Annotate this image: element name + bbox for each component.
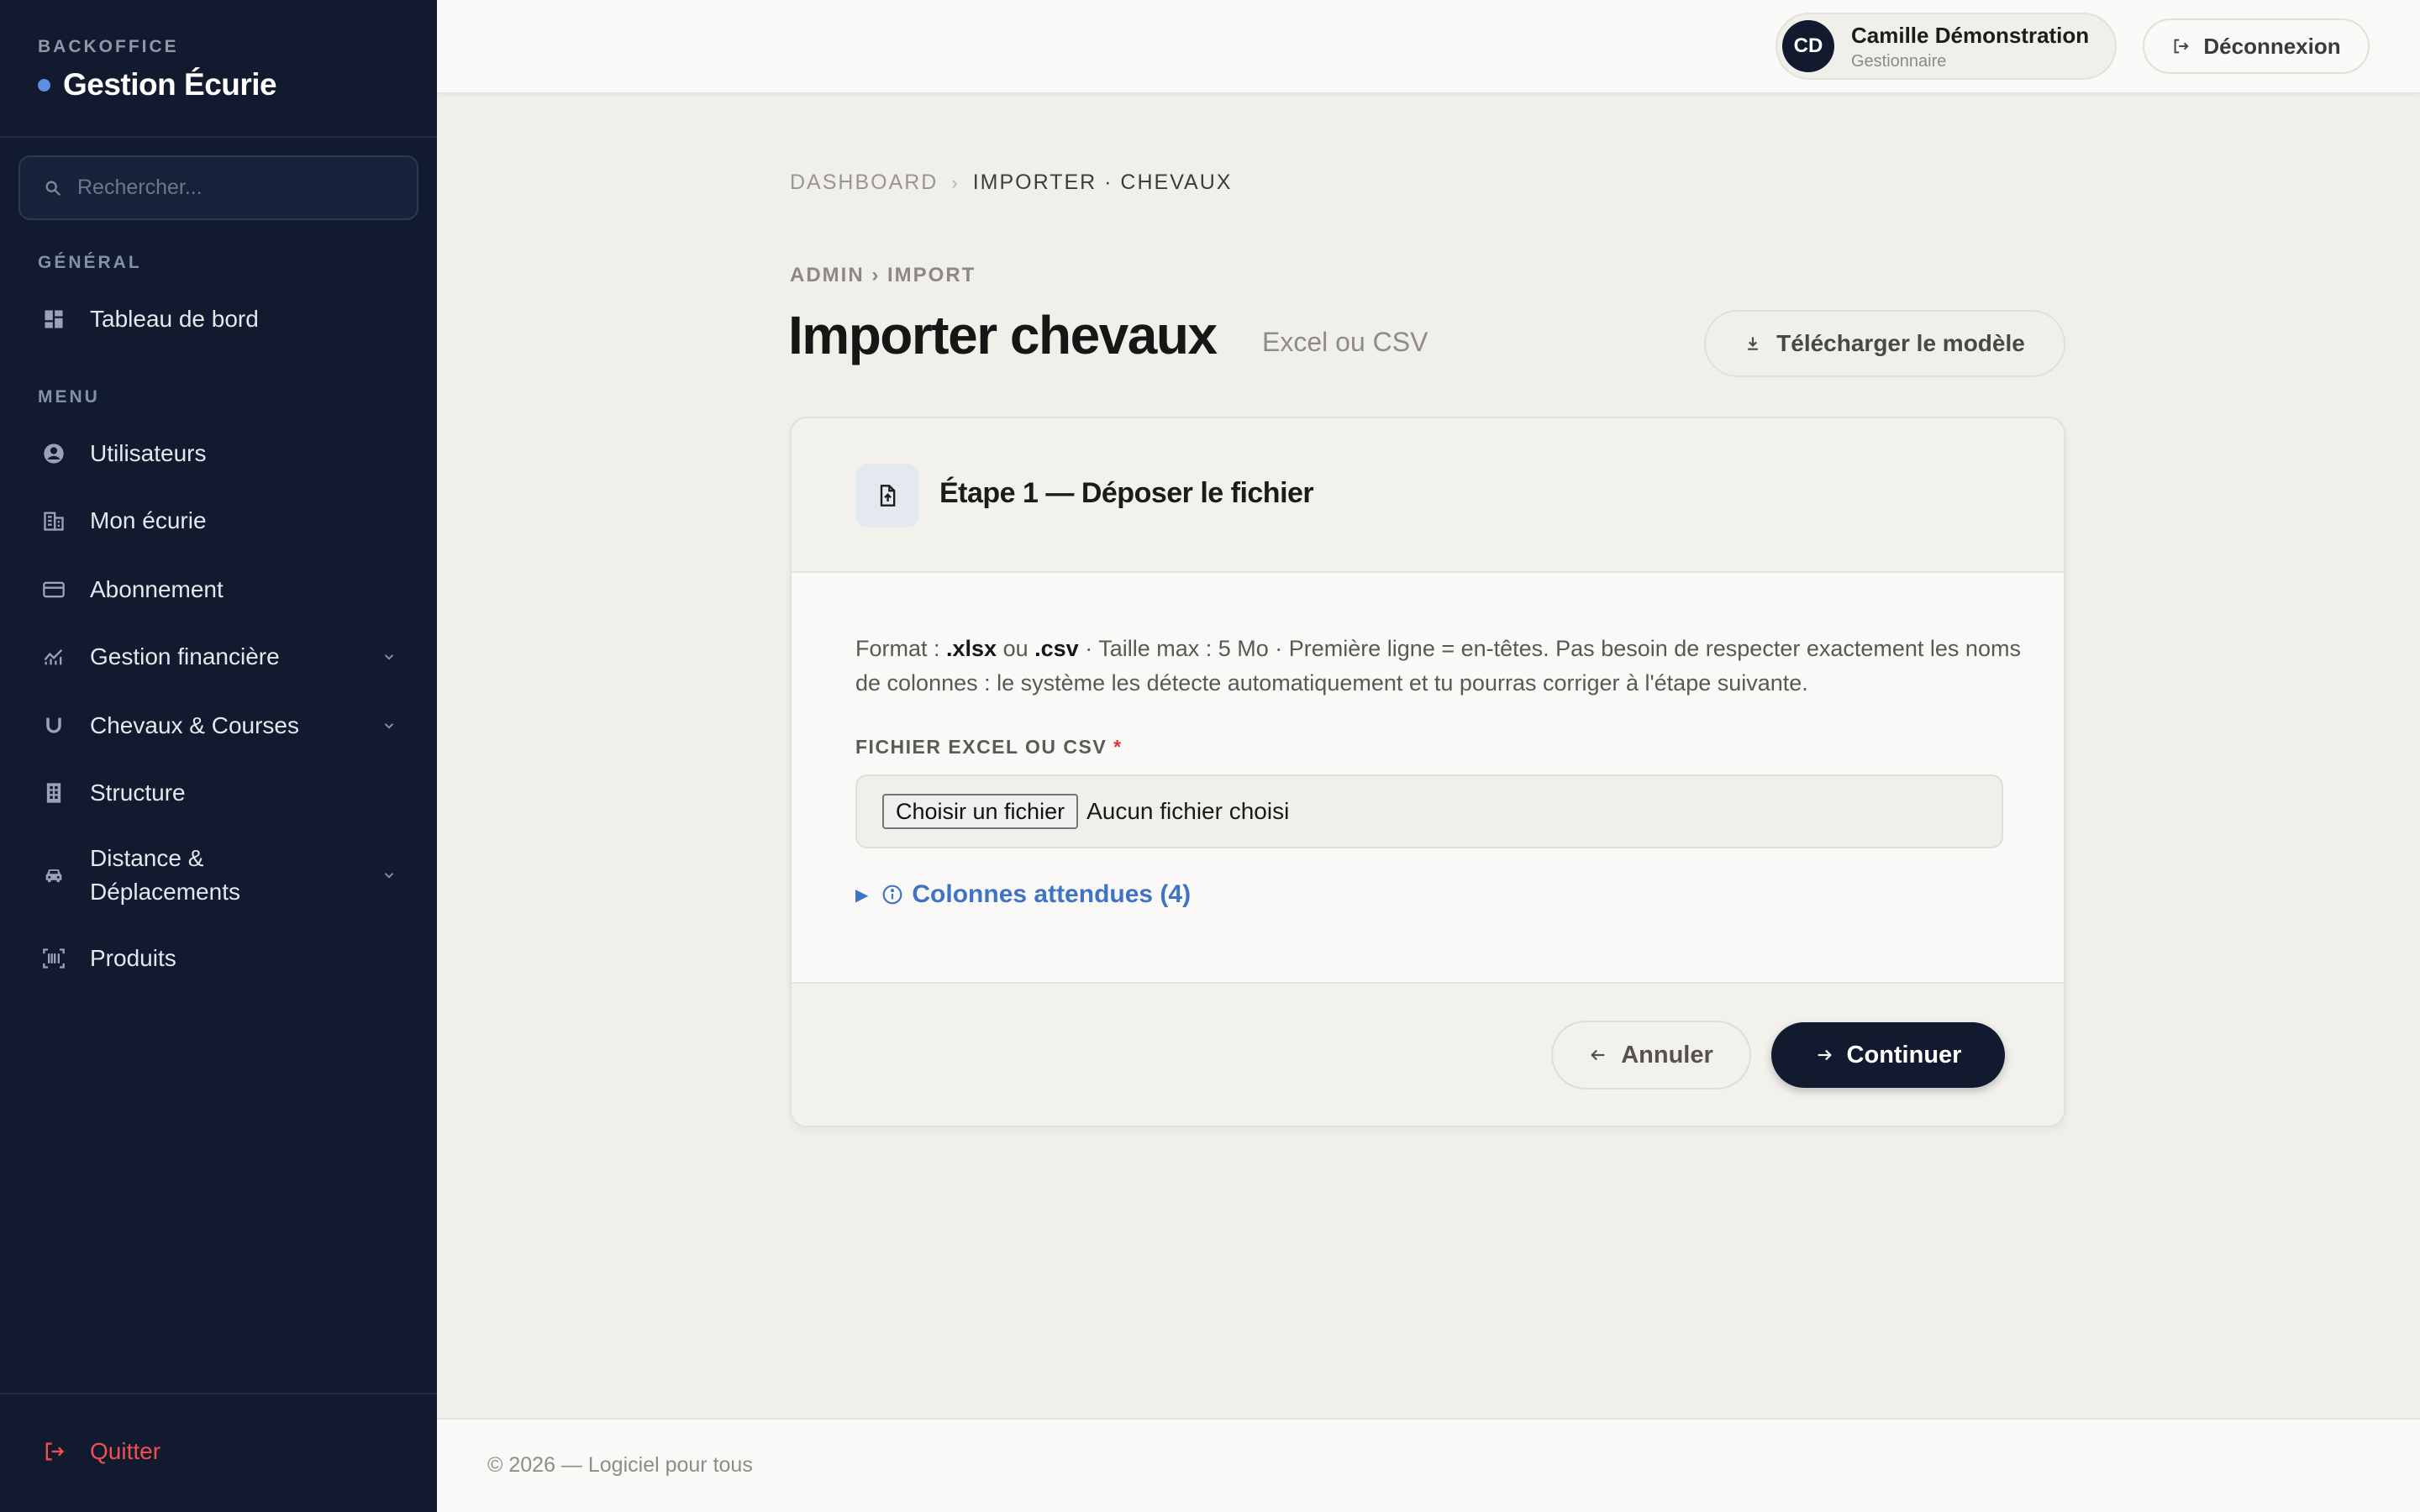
step-title: Étape 1 — Déposer le fichier — [939, 477, 1314, 509]
arrow-right-icon — [1818, 1049, 1832, 1061]
breadcrumb-separator-icon: › — [951, 171, 960, 193]
sidebar-item-structure[interactable]: Structure — [0, 776, 437, 810]
continue-label: Continuer — [1846, 1041, 1962, 1068]
breadcrumb-current: IMPORTER · CHEVAUX — [972, 171, 1233, 194]
file-field-label-text: FICHIER EXCEL OU CSV — [855, 736, 1107, 758]
brand: BACKOFFICE Gestion Écurie — [38, 37, 277, 102]
sidebar-item-products[interactable]: Produits — [0, 942, 437, 975]
sidebar-search[interactable] — [18, 155, 418, 220]
file-input[interactable]: Choisir un fichier Aucun fichier choisi — [855, 774, 2003, 848]
disclosure-triangle-icon: ▶ — [855, 885, 869, 905]
logout-button[interactable]: Déconnexion — [2143, 18, 2370, 74]
expected-columns-label: Colonnes attendues (4) — [912, 880, 1192, 908]
breadcrumb-root[interactable]: DASHBOARD — [790, 171, 938, 195]
sidebar-divider — [0, 1393, 437, 1394]
desc-xlsx: .xlsx — [946, 636, 997, 661]
choose-file-button[interactable]: Choisir un fichier — [882, 794, 1079, 829]
topbar: CD Camille Démonstration Gestionnaire Dé… — [437, 0, 2420, 92]
sidebar: BACKOFFICE Gestion Écurie GÉNÉRAL Tablea… — [0, 0, 437, 1512]
desc-csv: .csv — [1034, 636, 1079, 661]
format-description: Format : .xlsx ou .csv · Taille max : 5 … — [855, 632, 2023, 701]
page-subtitle: Excel ou CSV — [1262, 327, 1428, 357]
sidebar-item-label: Utilisateurs — [90, 440, 207, 466]
chevron-down-icon[interactable] — [381, 868, 397, 883]
card-header: Étape 1 — Déposer le fichier — [792, 418, 2064, 573]
cancel-button[interactable]: Annuler — [1551, 1021, 1751, 1089]
download-template-button[interactable]: Télécharger le modèle — [1704, 310, 2065, 377]
sidebar-item-distance[interactable]: Distance & Déplacements — [0, 840, 437, 911]
cancel-label: Annuler — [1621, 1041, 1713, 1068]
barcode-scan-icon — [42, 947, 66, 970]
sidebar-item-label: Abonnement — [90, 576, 224, 602]
user-circle-icon — [42, 442, 66, 465]
download-template-label: Télécharger le modèle — [1776, 330, 2025, 356]
sidebar-item-stable[interactable]: Mon écurie — [0, 504, 437, 538]
info-icon — [883, 885, 902, 905]
chevron-down-icon[interactable] — [381, 718, 397, 733]
sidebar-item-label: Chevaux & Courses — [90, 712, 300, 738]
continue-button[interactable]: Continuer — [1771, 1022, 2005, 1088]
finance-chart-icon — [42, 645, 66, 669]
user-name: Camille Démonstration — [1851, 23, 2090, 48]
user-role: Gestionnaire — [1851, 52, 1947, 71]
card-footer: Annuler Continuer — [792, 982, 2064, 1126]
credit-card-icon — [42, 578, 66, 601]
page-kicker: ADMIN › IMPORT — [790, 264, 976, 286]
arrow-left-icon — [1591, 1049, 1605, 1061]
sidebar-item-label: Distance & Déplacements — [90, 845, 240, 905]
sidebar-item-label: Mon écurie — [90, 507, 207, 533]
import-card: Étape 1 — Déposer le fichier Format : .x… — [790, 417, 2065, 1127]
sidebar-item-label: Gestion financière — [90, 643, 280, 669]
page-title: Importer chevaux — [788, 305, 1218, 365]
brand-title-text: Gestion Écurie — [63, 67, 277, 102]
horseshoe-icon — [42, 714, 66, 738]
sidebar-item-dashboard[interactable]: Tableau de bord — [0, 302, 437, 336]
user-menu[interactable]: CD Camille Démonstration Gestionnaire — [1776, 13, 2117, 80]
download-icon — [1748, 337, 1758, 350]
logout-icon — [2174, 39, 2190, 54]
exit-icon — [42, 1440, 66, 1463]
required-mark: * — [1113, 736, 1123, 758]
desc-prefix: Format : — [855, 636, 947, 661]
sidebar-item-horses-races[interactable]: Chevaux & Courses — [0, 709, 437, 743]
logout-label: Déconnexion — [2203, 33, 2341, 59]
sidebar-item-subscription[interactable]: Abonnement — [0, 573, 437, 606]
search-input[interactable] — [77, 176, 397, 200]
brand-dot-icon — [38, 78, 50, 92]
quit-label: Quitter — [90, 1438, 161, 1464]
sidebar-item-label: Produits — [90, 945, 176, 971]
sidebar-item-users[interactable]: Utilisateurs — [0, 437, 437, 470]
grid-building-icon — [42, 781, 66, 805]
dashboard-icon — [42, 307, 66, 331]
sidebar-item-finance[interactable]: Gestion financière — [0, 640, 437, 674]
sidebar-divider — [0, 136, 437, 138]
quit-button[interactable]: Quitter — [0, 1430, 437, 1473]
section-label-general: GÉNÉRAL — [38, 253, 142, 272]
page-footer: © 2026 — Logiciel pour tous — [437, 1418, 2420, 1512]
file-upload-icon — [855, 464, 919, 528]
section-label-menu: MENU — [38, 387, 100, 407]
breadcrumb: DASHBOARD › IMPORTER · CHEVAUX — [790, 171, 1232, 195]
brand-kicker: BACKOFFICE — [38, 37, 179, 56]
car-icon — [42, 864, 66, 887]
building-icon — [42, 509, 66, 533]
search-icon — [45, 181, 61, 196]
chevron-down-icon[interactable] — [381, 649, 397, 664]
sidebar-item-label: Tableau de bord — [90, 306, 259, 332]
sidebar-item-label: Structure — [90, 780, 186, 806]
desc-or: ou — [997, 636, 1035, 661]
expected-columns-toggle[interactable]: ▶ Colonnes attendues (4) — [855, 880, 1191, 909]
file-field-label: FICHIER EXCEL OU CSV * — [855, 736, 1123, 759]
footer-text: © 2026 — Logiciel pour tous — [487, 1453, 753, 1477]
brand-title[interactable]: Gestion Écurie — [38, 67, 277, 102]
file-status: Aucun fichier choisi — [1086, 798, 1290, 824]
avatar: CD — [1782, 20, 1834, 72]
